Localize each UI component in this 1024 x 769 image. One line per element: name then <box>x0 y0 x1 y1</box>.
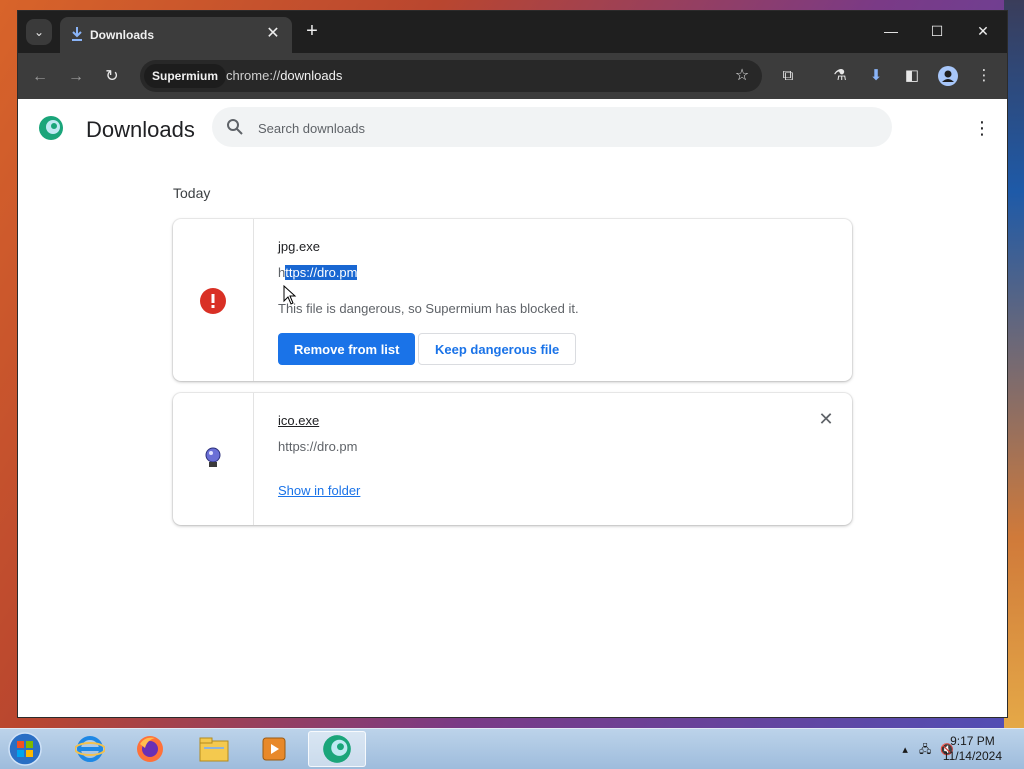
profile-avatar-icon[interactable] <box>938 66 958 86</box>
show-in-folder-link[interactable]: Show in folder <box>278 483 360 498</box>
clock-date: 11/14/2024 <box>942 749 1002 763</box>
toolbar: ← → ↻ Supermium chrome://downloads ☆ ⧉ ⚗… <box>18 53 1007 99</box>
start-orb-icon[interactable] <box>6 731 44 767</box>
extensions-icon[interactable]: ⧉ <box>778 66 798 86</box>
danger-message: This file is dangerous, so Supermium has… <box>278 301 579 316</box>
tab-close-icon[interactable]: ✕ <box>264 25 282 43</box>
url-host: downloads <box>280 68 343 83</box>
url-text[interactable]: chrome://downloads <box>226 68 342 83</box>
site-chip[interactable]: Supermium <box>144 64 227 88</box>
bookmark-star-icon[interactable]: ☆ <box>732 66 752 86</box>
tab-downloads[interactable]: Downloads ✕ <box>60 17 292 53</box>
download-filename: jpg.exe <box>278 239 320 254</box>
reload-icon[interactable]: ↻ <box>102 67 122 87</box>
search-bar[interactable] <box>212 107 892 147</box>
back-arrow-icon[interactable]: ← <box>30 67 50 87</box>
supermium-taskbar-icon[interactable] <box>308 731 366 767</box>
chevron-down-icon: ⌄ <box>33 25 45 39</box>
keep-dangerous-file-button[interactable]: Keep dangerous file <box>418 333 577 365</box>
date-section-label: Today <box>173 185 211 201</box>
downloads-toolbar-icon[interactable]: ⬇ <box>866 66 886 86</box>
clock-time: 9:17 PM <box>950 734 995 748</box>
search-input[interactable] <box>256 117 860 139</box>
download-item-completed: ico.exe https://dro.pm Show in folder ✕ <box>173 393 852 525</box>
supermium-logo-icon <box>39 116 63 140</box>
danger-warning-icon <box>200 288 226 314</box>
file-icon-column <box>173 393 254 525</box>
labs-flask-icon[interactable]: ⚗ <box>830 66 850 86</box>
minimize-button[interactable]: — <box>881 21 901 41</box>
remove-item-close-icon[interactable]: ✕ <box>818 410 834 428</box>
media-player-icon[interactable] <box>248 731 300 767</box>
internet-explorer-icon[interactable] <box>64 731 116 767</box>
browser-window: ⌄ Downloads ✕ + — ☐ ✕ ← → ↻ Supermium ch… <box>17 10 1008 718</box>
file-explorer-icon[interactable] <box>188 731 240 767</box>
download-item-dangerous: jpg.exe https://dro.pm This file is dang… <box>173 219 852 381</box>
maximize-button[interactable]: ☐ <box>927 21 947 41</box>
close-window-button[interactable]: ✕ <box>973 21 993 41</box>
exe-file-icon <box>205 447 221 467</box>
download-filename-link[interactable]: ico.exe <box>278 413 319 428</box>
url-selected-text: ttps://dro.pm <box>285 265 358 280</box>
download-icon <box>72 27 82 41</box>
remove-from-list-button[interactable]: Remove from list <box>278 333 416 365</box>
new-tab-button[interactable]: + <box>302 21 322 41</box>
search-icon <box>227 119 243 135</box>
page-title: Downloads <box>86 117 195 142</box>
menu-kebab-icon[interactable]: ⋮ <box>974 66 994 86</box>
tab-search-button[interactable]: ⌄ <box>26 19 52 45</box>
downloads-page: Downloads ⋮ Today jpg.exe https://dro.pm… <box>18 99 1007 717</box>
firefox-icon[interactable] <box>124 731 176 767</box>
url-scheme: chrome:// <box>226 68 281 83</box>
download-url: https://dro.pm <box>278 265 358 280</box>
download-url: https://dro.pm <box>278 439 358 454</box>
tab-title: Downloads <box>90 28 155 42</box>
network-icon[interactable]: 🖧 <box>919 744 931 756</box>
clock[interactable]: 9:17 PM 11/14/2024 <box>943 734 1002 764</box>
title-bar: ⌄ Downloads ✕ + — ☐ ✕ <box>18 11 1007 53</box>
address-bar[interactable]: Supermium chrome://downloads ☆ <box>140 60 762 92</box>
page-menu-kebab-icon[interactable]: ⋮ <box>973 119 991 139</box>
file-icon-column <box>173 219 254 381</box>
mouse-cursor-icon <box>283 285 297 305</box>
tray-chevron-up-icon[interactable]: ▴ <box>902 744 908 756</box>
side-panel-icon[interactable]: ◧ <box>902 66 922 86</box>
taskbar: ▴ 🖧 🔇 9:17 PM 11/14/2024 <box>0 728 1024 769</box>
avatar <box>938 66 958 86</box>
forward-arrow-icon[interactable]: → <box>66 67 86 87</box>
